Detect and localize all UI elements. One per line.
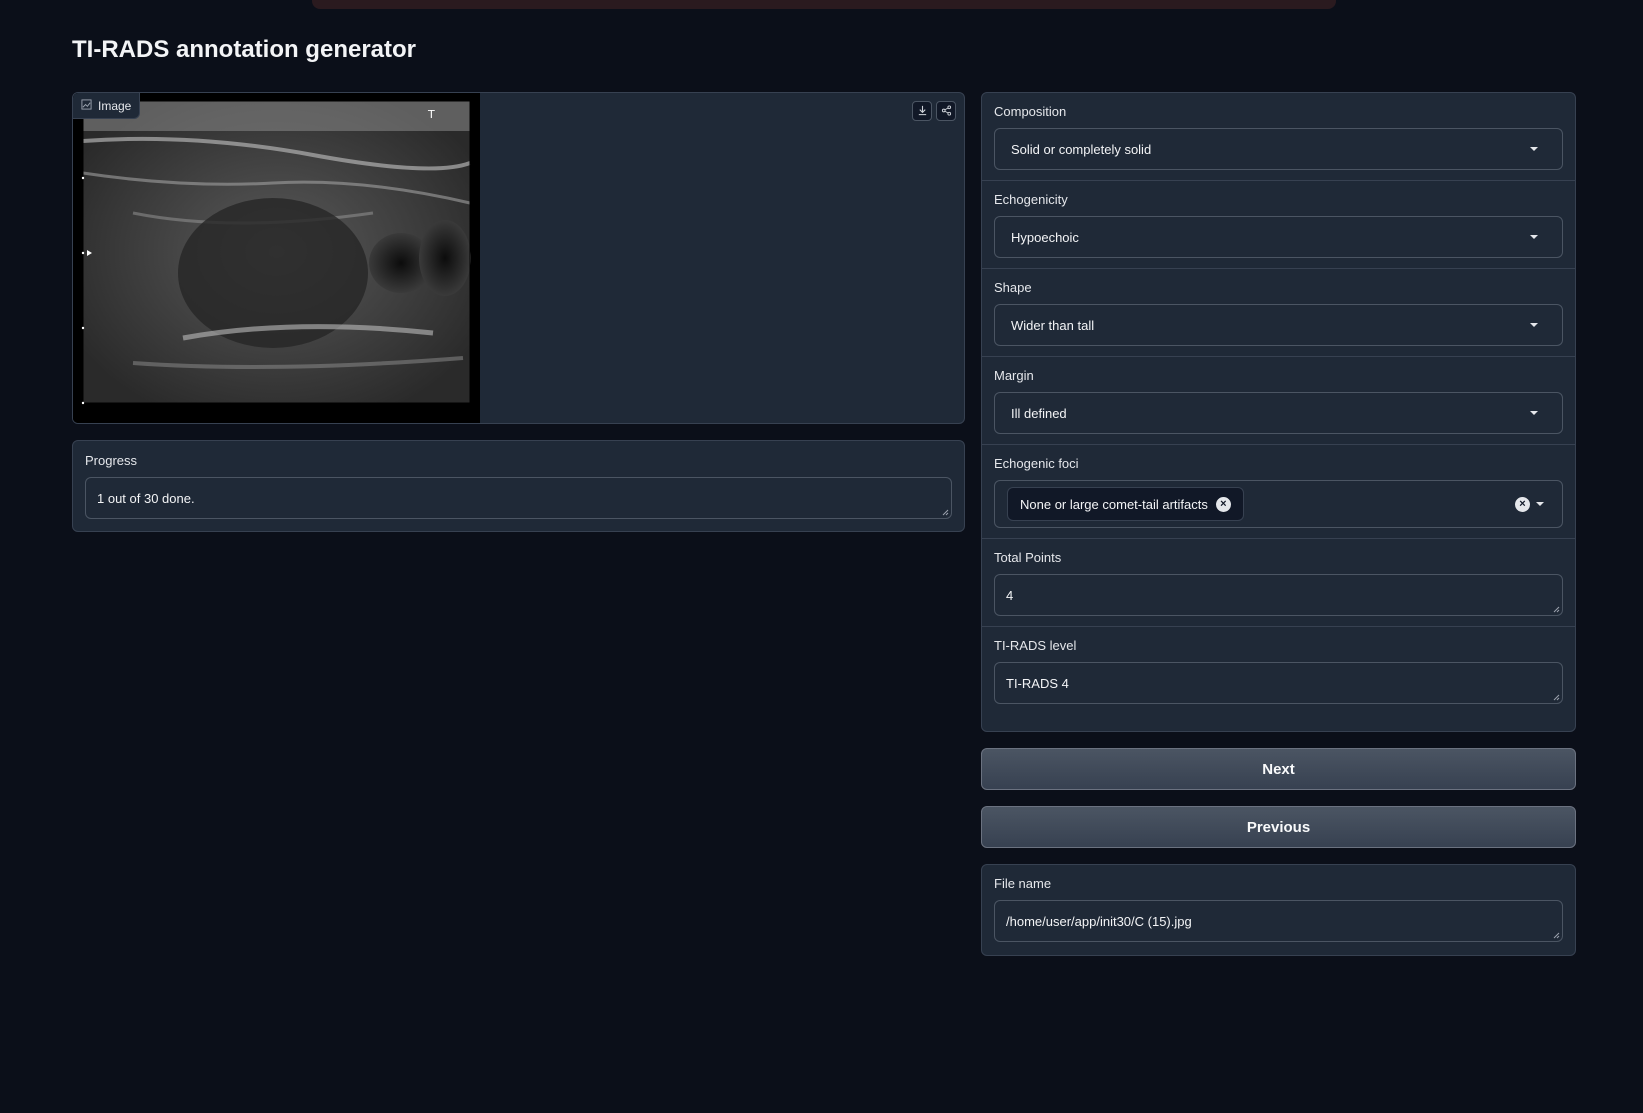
total-points-value: 4 [1006, 587, 1014, 603]
share-icon [941, 103, 952, 119]
progress-value: 1 out of 30 done. [97, 490, 195, 506]
chevron-down-icon [1530, 323, 1538, 327]
share-button[interactable] [936, 101, 956, 121]
image-label-text: Image [98, 98, 132, 113]
total-points-textbox[interactable]: 4 [994, 574, 1563, 616]
chevron-down-icon[interactable] [1536, 502, 1544, 506]
composition-dropdown[interactable]: Solid or completely solid [994, 128, 1563, 170]
download-button[interactable] [912, 101, 932, 121]
composition-field: Composition Solid or completely solid [982, 93, 1575, 181]
image-label: Image [73, 93, 141, 119]
progress-panel: Progress 1 out of 30 done. [72, 440, 965, 532]
margin-label: Margin [994, 368, 1034, 383]
remove-chip-icon[interactable]: × [1215, 496, 1231, 512]
file-name-value: /home/user/app/init30/C (15).jpg [1006, 913, 1192, 929]
margin-field: Margin Ill defined [982, 357, 1575, 445]
shape-label: Shape [994, 280, 1032, 295]
echogenic-foci-multiselect[interactable]: None or large comet-tail artifacts × × [994, 480, 1563, 528]
margin-value: Ill defined [1011, 405, 1067, 421]
file-name-panel: File name /home/user/app/init30/C (15).j… [981, 864, 1576, 956]
progress-label: Progress [85, 453, 138, 468]
selected-chip: None or large comet-tail artifacts × [1007, 487, 1244, 521]
clear-selection-icon[interactable]: × [1515, 496, 1530, 512]
download-icon [917, 103, 928, 119]
next-button[interactable]: Next [981, 748, 1576, 790]
previous-button[interactable]: Previous [981, 806, 1576, 848]
chevron-down-icon [1530, 411, 1538, 415]
total-points-field: Total Points 4 [982, 539, 1575, 627]
echogenicity-value: Hypoechoic [1011, 229, 1079, 245]
shape-value: Wider than tall [1011, 317, 1095, 333]
top-banner [312, 0, 1336, 9]
image-toolbar [912, 101, 956, 121]
tirads-level-label: TI-RADS level [994, 638, 1077, 653]
total-points-label: Total Points [994, 550, 1062, 565]
page-title: TI-RADS annotation generator [72, 36, 417, 63]
resize-grip-icon[interactable] [1552, 693, 1560, 701]
echogenicity-dropdown[interactable]: Hypoechoic [994, 216, 1563, 258]
tirads-level-textbox[interactable]: TI-RADS 4 [994, 662, 1563, 704]
echogenicity-label: Echogenicity [994, 192, 1068, 207]
progress-textbox[interactable]: 1 out of 30 done. [85, 477, 952, 519]
svg-text:T: T [427, 108, 435, 121]
resize-grip-icon[interactable] [1552, 931, 1560, 939]
chip-label: None or large comet-tail artifacts [1020, 496, 1208, 512]
file-name-label: File name [994, 876, 1052, 891]
tirads-level-value: TI-RADS 4 [1006, 675, 1069, 691]
composition-value: Solid or completely solid [1011, 141, 1152, 157]
shape-dropdown[interactable]: Wider than tall [994, 304, 1563, 346]
chevron-down-icon [1530, 147, 1538, 151]
echogenic-foci-label: Echogenic foci [994, 456, 1079, 471]
echogenic-foci-field: Echogenic foci None or large comet-tail … [982, 445, 1575, 539]
annotation-form: Composition Solid or completely solid Ec… [981, 92, 1576, 732]
image-icon [81, 98, 92, 113]
image-panel: T Image [72, 92, 965, 424]
resize-grip-icon[interactable] [1552, 605, 1560, 613]
margin-dropdown[interactable]: Ill defined [994, 392, 1563, 434]
file-name-textbox[interactable]: /home/user/app/init30/C (15).jpg [994, 900, 1563, 942]
ultrasound-image: T [73, 93, 480, 423]
resize-grip-icon[interactable] [941, 508, 949, 516]
echogenicity-field: Echogenicity Hypoechoic [982, 181, 1575, 269]
composition-label: Composition [994, 104, 1067, 119]
shape-field: Shape Wider than tall [982, 269, 1575, 357]
tirads-level-field: TI-RADS level TI-RADS 4 [982, 627, 1575, 714]
chevron-down-icon [1530, 235, 1538, 239]
